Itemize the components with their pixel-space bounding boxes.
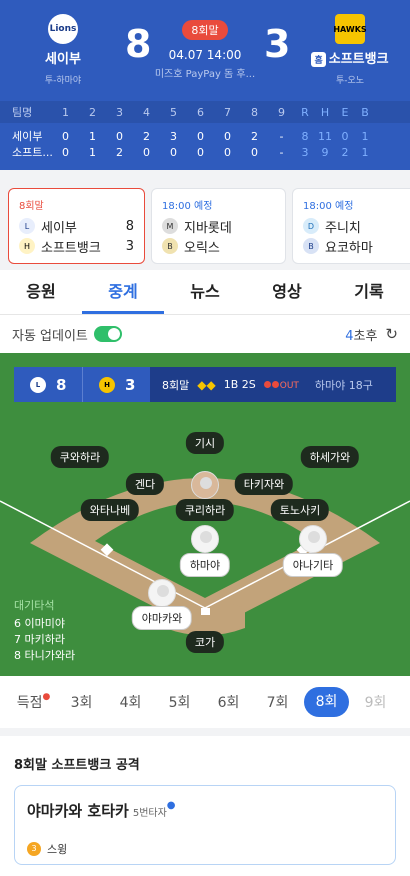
fielder-2b[interactable]: 타키자와 — [234, 473, 294, 495]
home-badge: 홈 — [311, 52, 326, 67]
baystars-icon: B — [303, 238, 319, 254]
boxscore: 팀명 123456789 RHEB 세이부 01023002- 8 11 0 1 소프… — [0, 101, 410, 160]
auto-update-bar: 자동 업데이트 4초후 ↻ — [0, 315, 410, 353]
game-card-team: H 소프트뱅크 3 — [19, 236, 134, 256]
avatar — [191, 525, 219, 553]
game-cards: 8회말 L 세이부 8 H 소프트뱅크 3 18:00 예정 M 지바롯데 B 오릭스 18… — [0, 170, 410, 270]
section-title: 8회말 소프트뱅크 공격 — [14, 758, 140, 773]
game-header: Lions 세이부 투-하마야 8 8회말 04.07 14:00 미즈호 Pa… — [0, 0, 410, 170]
fielder-lf[interactable]: 쿠와하라 — [50, 446, 110, 468]
inning-tab[interactable]: 5회 — [155, 692, 204, 712]
away-score: 8 — [125, 22, 152, 66]
away-team-name: 세이부 — [45, 52, 81, 67]
runner-first[interactable]: 야나기타 — [282, 553, 344, 577]
game-datetime: 04.07 14:00 — [168, 48, 242, 62]
score-bug-away: L8 — [14, 367, 82, 402]
score-bug: L8 H3 8회말 ◆◆ 1B 2S OUT 하마야 18구 — [14, 367, 396, 402]
boxscore-row-home: 소프트... 01200000- 3921 — [12, 145, 369, 160]
inning-nav: 득점● 3회 4회 5회 6회 7회 8회 9회 — [0, 676, 410, 728]
home-team[interactable]: HAWKS 홈 소프트뱅크 투-오노 — [300, 14, 400, 86]
game-card[interactable]: 18:00 예정 D 주니치 B 요코하마 — [292, 188, 410, 264]
away-pitcher: 투-하마야 — [44, 76, 82, 86]
on-deck-list: 대기타석 6 이마미야 7 마키하라 8 타니가와라 — [14, 598, 75, 664]
pitch-event: 3 스윙 — [27, 841, 383, 857]
boxscore-row-away: 세이부 01023002- 8 11 0 1 — [12, 129, 369, 144]
on-deck-item: 8 타니가와라 — [14, 649, 76, 662]
batter-label[interactable]: 야마카와 — [131, 606, 193, 630]
pitcher-photo — [191, 471, 219, 499]
lions-icon: L — [30, 376, 46, 393]
buffaloes-icon: B — [162, 238, 178, 254]
fielder-rf[interactable]: 하세가와 — [300, 446, 360, 468]
home-pitcher: 투-오노 — [335, 76, 365, 86]
game-card-team: B 요코하마 — [303, 236, 410, 256]
fielder-ss[interactable]: 겐다 — [125, 473, 165, 495]
fielder-c[interactable]: 코가 — [185, 631, 225, 653]
tab-news[interactable]: 뉴스 — [164, 270, 246, 314]
game-card-team: M 지바롯데 — [162, 216, 275, 236]
tab-bar: 응원 중계 뉴스 영상 기록 — [0, 270, 410, 315]
inning-tab-active[interactable]: 8회 — [303, 687, 350, 717]
game-card-team: B 오릭스 — [162, 236, 275, 256]
hawks-icon: H — [99, 376, 115, 393]
score-bug-home: H3 — [82, 367, 150, 402]
inning-tab-scoring[interactable]: 득점● — [10, 692, 57, 712]
game-card-status: 18:00 예정 — [162, 201, 213, 212]
lions-logo-icon: Lions — [48, 14, 78, 44]
on-deck-item: 7 마키하라 — [14, 633, 65, 646]
marines-icon: M — [162, 218, 178, 234]
game-card-team: D 주니치 — [303, 216, 410, 236]
play-by-play-section: 8회말 소프트뱅크 공격 야마카와 호타카 5번타자● 3 스윙 — [0, 736, 410, 876]
tab-live[interactable]: 중계 — [82, 270, 164, 314]
auto-update-toggle[interactable] — [93, 326, 122, 342]
hawks-logo-icon: HAWKS — [333, 14, 367, 44]
game-card[interactable]: 18:00 예정 M 지바롯데 B 오릭스 — [151, 188, 286, 264]
on-deck-item: 6 이마미야 — [14, 617, 65, 630]
fielder-cf[interactable]: 기시 — [185, 432, 225, 454]
fielder-p[interactable]: 쿠리하라 — [175, 499, 235, 521]
home-team-name: 홈 소프트뱅크 — [300, 48, 400, 67]
away-team[interactable]: Lions 세이부 투-하마야 — [23, 14, 103, 86]
inning-tab[interactable]: 4회 — [106, 692, 155, 712]
batter-name: 야마카와 호타카 5번타자● — [27, 800, 176, 820]
game-card[interactable]: 8회말 L 세이부 8 H 소프트뱅크 3 — [8, 188, 145, 264]
field-view: L8 H3 8회말 ◆◆ 1B 2S OUT 하마야 18구 기시 쿠와하라 하… — [0, 353, 410, 676]
inning-tab[interactable]: 3회 — [57, 692, 106, 712]
runner-label[interactable]: 하마야 — [179, 553, 231, 577]
lions-icon: L — [19, 218, 35, 234]
avatar — [148, 579, 176, 607]
home-score: 3 — [264, 22, 291, 66]
auto-update-label: 자동 업데이트 — [12, 328, 88, 344]
tab-video[interactable]: 영상 — [246, 270, 328, 314]
game-card-team: L 세이부 8 — [19, 216, 134, 236]
at-bat-card[interactable]: 야마카와 호타카 5번타자● 3 스윙 — [14, 785, 396, 865]
bases-icon: ◆◆ — [197, 377, 216, 392]
inning-tab[interactable]: 7회 — [253, 692, 302, 712]
refresh-icon[interactable]: ↻ — [385, 325, 398, 343]
pitch-number-badge: 3 — [27, 842, 41, 856]
stadium: 미즈호 PayPay 돔 후... — [154, 69, 256, 80]
dragons-icon: D — [303, 218, 319, 234]
score-bug-info: 8회말 ◆◆ 1B 2S OUT 하마야 18구 — [150, 367, 396, 402]
game-card-status: 18:00 예정 — [303, 201, 354, 212]
avatar — [299, 525, 327, 553]
pitcher-pitch-count: 하마야 18구 — [314, 378, 373, 392]
on-deck-title: 대기타석 — [14, 599, 55, 612]
score-bug-inning: 8회말 — [162, 378, 190, 392]
fielder-3b[interactable]: 와타나베 — [80, 499, 140, 521]
inning-badge: 8회말 — [182, 20, 228, 40]
new-dot-icon: ● — [166, 800, 176, 811]
hawks-icon: H — [19, 238, 35, 254]
game-status: 8회말 04.07 14:00 미즈호 PayPay 돔 후... — [150, 20, 260, 80]
tab-cheer[interactable]: 응원 — [0, 270, 82, 314]
ball-strike-count: 1B 2S — [223, 378, 256, 391]
update-countdown: 4초후 — [345, 328, 378, 344]
out-indicator: OUT — [263, 378, 299, 391]
fielder-1b[interactable]: 토노사키 — [270, 499, 330, 521]
tab-records[interactable]: 기록 — [328, 270, 410, 314]
boxscore-header: 팀명 123456789 RHEB — [0, 101, 410, 123]
game-card-status: 8회말 — [19, 201, 44, 212]
inning-tab[interactable]: 9회 — [351, 692, 400, 712]
inning-tab[interactable]: 6회 — [204, 692, 253, 712]
